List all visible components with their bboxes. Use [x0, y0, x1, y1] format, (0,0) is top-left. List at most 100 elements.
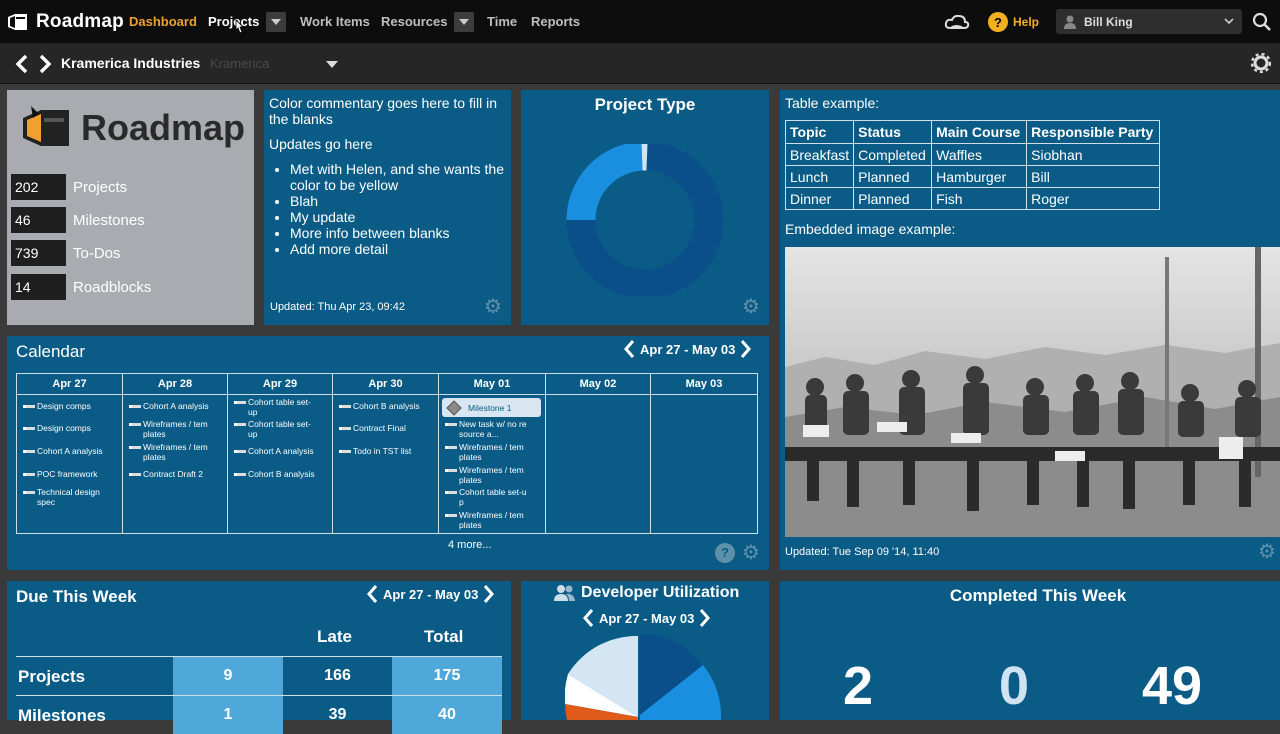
calendar-day-header: Apr 29 — [228, 374, 332, 395]
projects-count[interactable]: 202 — [11, 174, 66, 200]
table-cell: Breakfast — [784, 143, 855, 166]
back-arrow-icon[interactable] — [14, 53, 30, 75]
projects-label[interactable]: Projects — [73, 179, 127, 196]
calendar-task[interactable]: Contract Final — [337, 423, 437, 434]
next-week-icon[interactable] — [482, 584, 495, 604]
next-week-icon[interactable] — [739, 339, 752, 359]
mouse-cursor-icon — [235, 19, 244, 34]
roadmap-logo-icon — [8, 14, 27, 30]
calendar-task[interactable]: Cohort B analysis — [337, 401, 437, 412]
table-row[interactable]: Projects 9 166 175 — [16, 657, 502, 695]
help-icon[interactable]: ? — [988, 12, 1008, 32]
nav-resources[interactable]: Resources — [381, 14, 447, 29]
chevron-down-icon — [1224, 18, 1234, 25]
calendar-task[interactable]: Wireframes / tem plates — [127, 442, 217, 462]
table-cell: Hamburger — [931, 165, 1028, 188]
calendar-task[interactable]: Cohort A analysis — [232, 446, 332, 457]
table-panel-updated: Updated: Tue Sep 09 '14, 11:40 — [785, 546, 940, 558]
help-link[interactable]: Help — [1013, 15, 1039, 29]
help-icon[interactable]: ? — [715, 543, 735, 563]
calendar-day-column: May 02 — [546, 374, 651, 533]
calendar-task[interactable]: POC framework — [21, 469, 121, 480]
table-header: Topic — [784, 120, 855, 144]
project-type-donut-chart[interactable] — [565, 144, 725, 296]
projects-dropdown-button[interactable] — [266, 12, 286, 32]
calendar-task[interactable]: Contract Draft 2 — [127, 469, 227, 480]
organization-dropdown-icon[interactable] — [326, 61, 338, 69]
table-header-row: Topic Status Main Course Responsible Par… — [784, 120, 1161, 144]
gear-icon[interactable]: ⚙ — [741, 543, 761, 563]
calendar-task[interactable]: Wireframes / tem plates — [443, 442, 529, 462]
calendar-task[interactable]: Cohort A analysis — [127, 401, 227, 412]
table-row: Lunch Planned Hamburger Bill — [784, 165, 1161, 188]
value-cell: 9 — [173, 657, 283, 695]
calendar-task[interactable]: Wireframes / tem plates — [443, 510, 529, 530]
search-icon[interactable] — [1252, 12, 1272, 32]
user-menu[interactable]: Bill King — [1056, 9, 1242, 34]
developer-utilization-pie-chart[interactable] — [565, 634, 725, 720]
project-type-panel: Project Type ⚙ — [521, 90, 769, 325]
table-cell: Waffles — [931, 143, 1028, 166]
roadblocks-label[interactable]: Roadblocks — [73, 279, 151, 296]
top-navigation-bar: Roadmap Dashboard Projects Work Items Re… — [0, 0, 1280, 44]
chevron-down-icon — [271, 19, 281, 25]
row-label: Milestones — [18, 706, 106, 725]
due-week-title: Due This Week — [16, 587, 137, 606]
calendar-task[interactable]: Cohort table set-up — [232, 419, 318, 439]
nav-reports[interactable]: Reports — [531, 14, 580, 29]
nav-work-items[interactable]: Work Items — [300, 14, 370, 29]
forward-arrow-icon[interactable] — [37, 53, 53, 75]
milestone-item[interactable]: Milestone 1 — [442, 398, 541, 417]
roadblocks-count[interactable]: 14 — [11, 274, 66, 300]
calendar-task[interactable]: Cohort A analysis — [21, 446, 121, 457]
calendar-task[interactable]: Cohort table set-up — [232, 397, 318, 417]
table-row[interactable]: Milestones 1 39 40 — [16, 696, 502, 734]
resources-dropdown-button[interactable] — [454, 12, 474, 32]
calendar-task[interactable]: Technical design spec — [21, 487, 111, 507]
completed-projects-count[interactable]: 2 — [798, 655, 918, 717]
cloud-sync-icon[interactable] — [944, 13, 970, 31]
calendar-task[interactable]: Todo in TST list — [337, 446, 437, 457]
gear-icon[interactable]: ⚙ — [1257, 542, 1277, 562]
dev-util-range: Apr 27 - May 03 — [599, 610, 695, 626]
calendar-task[interactable]: Cohort B analysis — [232, 469, 332, 480]
table-header: Main Course — [931, 120, 1028, 144]
calendar-task[interactable]: New task w/ no re source a... — [443, 419, 529, 439]
gear-icon[interactable]: ⚙ — [483, 297, 503, 317]
list-item: Blah — [290, 193, 508, 209]
organization-ghost-text: Kramerica — [210, 56, 270, 71]
nav-dashboard[interactable]: Dashboard — [129, 14, 197, 29]
prev-week-icon[interactable] — [583, 608, 595, 628]
milestones-label[interactable]: Milestones — [73, 212, 145, 229]
table-header: Responsible Party — [1026, 120, 1161, 144]
embedded-image-title: Embedded image example: — [785, 221, 956, 237]
completed-milestones-count[interactable]: 0 — [954, 655, 1074, 717]
next-week-icon[interactable] — [698, 608, 711, 628]
prev-week-icon[interactable] — [367, 584, 379, 604]
prev-week-icon[interactable] — [624, 339, 636, 359]
dev-util-range-nav: Apr 27 - May 03 — [583, 608, 711, 628]
milestone-label: Milestone 1 — [468, 402, 512, 413]
calendar-task[interactable]: Design comps — [21, 423, 121, 434]
calendar-task[interactable]: Wireframes / tem plates — [443, 465, 529, 485]
milestones-count[interactable]: 46 — [11, 207, 66, 233]
todos-label[interactable]: To-Dos — [73, 245, 121, 262]
gear-icon[interactable]: ⚙ — [741, 297, 761, 317]
updates-heading: Updates go here — [269, 136, 373, 152]
calendar-task[interactable]: Design comps — [21, 401, 121, 412]
embedded-photo[interactable] — [785, 247, 1280, 537]
calendar-task[interactable]: Wireframes / tem plates — [127, 419, 217, 439]
nav-time[interactable]: Time — [487, 14, 517, 29]
todos-count[interactable]: 739 — [11, 240, 66, 266]
updates-list: Met with Helen, and she wants the color … — [290, 161, 508, 257]
total-cell: 175 — [392, 657, 502, 695]
calendar-task[interactable]: Cohort table set-u p — [443, 487, 529, 507]
due-week-range: Apr 27 - May 03 — [383, 586, 479, 602]
table-cell: Roger — [1026, 187, 1161, 210]
settings-gear-icon[interactable] — [1251, 53, 1271, 73]
app-logo[interactable]: Roadmap — [6, 10, 124, 34]
table-cell: Dinner — [784, 187, 855, 210]
table-header: Status — [853, 120, 933, 144]
calendar-more-link[interactable]: 4 more... — [448, 539, 491, 551]
completed-todos-count[interactable]: 49 — [1112, 655, 1232, 717]
